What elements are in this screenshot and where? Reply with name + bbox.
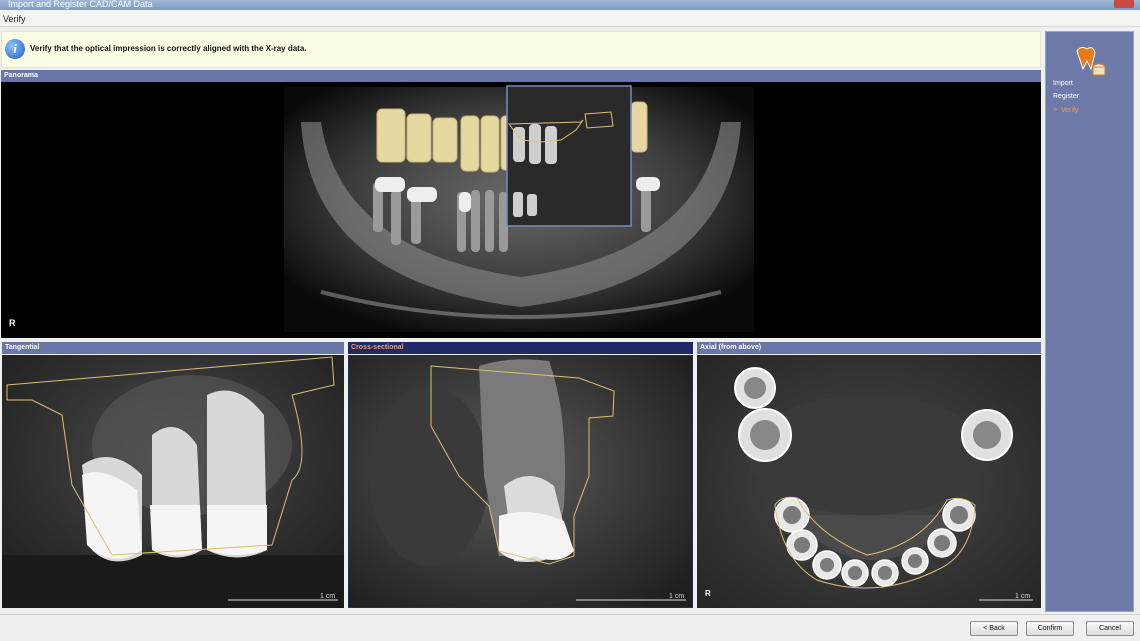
sidebar-step-verify-label: Verify xyxy=(1060,107,1079,114)
sidebar-step-register[interactable]: Register xyxy=(1053,93,1079,100)
info-banner: i Verify that the optical impression is … xyxy=(1,31,1041,68)
menu-bar: Verify xyxy=(0,10,1140,27)
panorama-title: Panorama xyxy=(4,72,38,79)
back-button[interactable]: < Back xyxy=(970,621,1018,636)
window-title: Import and Register CAD/CAM Data xyxy=(8,0,153,9)
tangential-title: Tangential xyxy=(5,344,40,351)
sidebar-step-import[interactable]: Import xyxy=(1053,80,1073,87)
panorama-header: Panorama xyxy=(1,70,1041,82)
axial-header: Axial (from above) xyxy=(697,342,1041,354)
cross-sectional-header: Cross-sectional xyxy=(348,342,693,354)
cross-sectional-title: Cross-sectional xyxy=(351,344,404,351)
close-window-button[interactable] xyxy=(1114,0,1134,8)
axial-image: 1 cm R xyxy=(697,355,1041,608)
axial-scale-label: 1 cm xyxy=(1015,593,1030,600)
cross-sectional-scale-label: 1 cm xyxy=(669,593,684,600)
cross-sectional-view[interactable]: 1 cm xyxy=(348,355,693,608)
menu-verify[interactable]: Verify xyxy=(3,14,26,24)
axial-view[interactable]: 1 cm R xyxy=(697,355,1041,608)
current-step-marker: > xyxy=(1053,107,1058,114)
sidebar-step-import-label: Import xyxy=(1053,80,1073,87)
wizard-sidebar: Import Register > Verify xyxy=(1045,31,1134,612)
teeth-import-icon xyxy=(1076,46,1106,76)
panorama-view[interactable]: R xyxy=(1,82,1041,338)
footer-bar: < Back Confirm Cancel xyxy=(0,614,1140,641)
tangential-view[interactable]: 1 cm xyxy=(2,355,344,608)
cross-sectional-image: 1 cm xyxy=(349,356,692,607)
tangential-header: Tangential xyxy=(2,342,344,354)
info-icon: i xyxy=(5,39,25,59)
axial-title: Axial (from above) xyxy=(700,344,762,351)
panorama-side-marker: R xyxy=(9,318,16,328)
tangential-scale-label: 1 cm xyxy=(320,593,335,600)
axial-side-marker: R xyxy=(705,589,711,598)
sidebar-step-register-label: Register xyxy=(1053,93,1080,100)
window-title-bar: Import and Register CAD/CAM Data xyxy=(0,0,1140,10)
info-text: Verify that the optical impression is co… xyxy=(30,44,307,53)
panorama-image: R xyxy=(9,85,754,332)
confirm-button[interactable]: Confirm xyxy=(1026,621,1074,636)
cancel-button[interactable]: Cancel xyxy=(1086,621,1134,636)
sidebar-step-verify[interactable]: > Verify xyxy=(1053,107,1079,114)
tangential-image: 1 cm xyxy=(2,355,344,608)
